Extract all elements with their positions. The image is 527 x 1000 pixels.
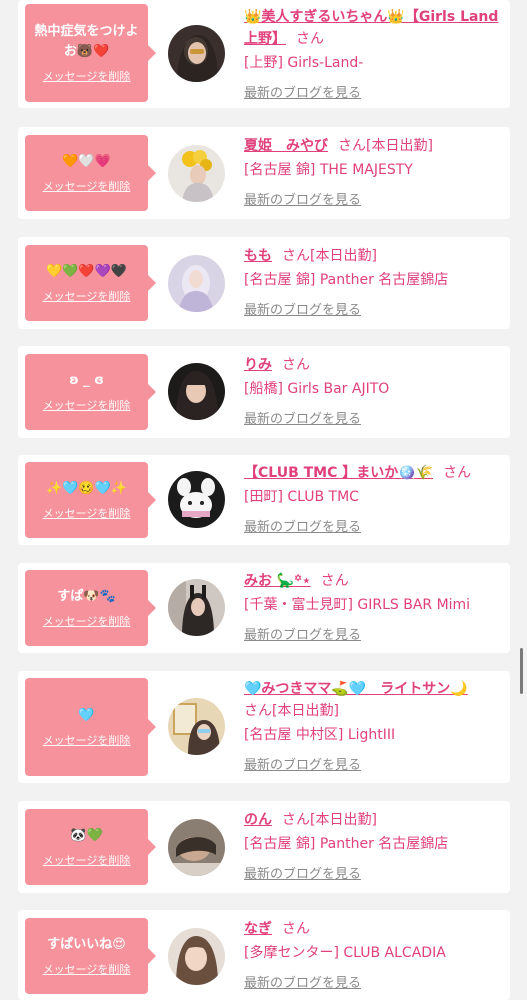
- scrollbar[interactable]: [520, 648, 523, 694]
- list-item: 💛💚❤️💜🖤 メッセージを削除 もも さん[本日出勤] [名古屋 錦] Panth…: [18, 237, 510, 329]
- list-item: すぱ🐶🐾 メッセージを削除 みお 🦕꙳⋆ さん [千葉・富士見町] GIRLS B…: [18, 563, 510, 653]
- message-bubble: 🐼💚 メッセージを削除: [25, 809, 156, 885]
- honorific-label: さん: [282, 812, 310, 828]
- avatar[interactable]: [168, 25, 225, 82]
- delete-message-link[interactable]: メッセージを削除: [43, 613, 131, 629]
- message-bubble: ʚ _ ɞ メッセージを削除: [25, 354, 156, 430]
- shop-label: [船橋] Girls Bar AJITO: [244, 381, 390, 397]
- list-item: すぱいいね😍 メッセージを削除 なぎ さん [多摩センター] CLUB ALCAD…: [18, 910, 510, 1000]
- list-item: 熱中症気をつけよお🐻❤️ メッセージを削除 👑美人すぎるいちゃん👑【Girls …: [18, 0, 510, 108]
- attendance-status: [本日出勤]: [272, 703, 339, 719]
- message-text: 🩵: [78, 708, 95, 723]
- list-item: 🐼💚 メッセージを削除 のん さん[本日出勤] [名古屋 錦] Panther 名…: [18, 801, 510, 893]
- message-text: ✨🩵🥴🩵✨: [46, 481, 127, 496]
- avatar[interactable]: [168, 471, 225, 528]
- message-text: 熱中症気をつけよお🐻❤️: [34, 24, 139, 59]
- user-name-link[interactable]: みお 🦕꙳⋆: [244, 573, 311, 589]
- delete-message-link[interactable]: メッセージを削除: [43, 397, 131, 413]
- avatar[interactable]: [168, 363, 225, 420]
- message-bubble: すぱいいね😍 メッセージを削除: [25, 918, 156, 994]
- honorific-label: さん: [282, 248, 310, 264]
- user-name-link[interactable]: なぎ: [244, 921, 272, 937]
- user-name-link[interactable]: 👑美人すぎるいちゃん👑【Girls Land上野】: [244, 9, 498, 47]
- delete-message-link[interactable]: メッセージを削除: [43, 961, 131, 977]
- user-name-link[interactable]: 🩵みつきママ⛳️🩵 ライトサン🌙: [244, 681, 468, 697]
- blog-link[interactable]: 最新のブログを見る: [244, 408, 361, 427]
- blog-link[interactable]: 最新のブログを見る: [244, 754, 361, 773]
- message-text: 🧡🤍💗: [62, 154, 111, 169]
- attendance-status: [本日出勤]: [310, 812, 377, 828]
- message-bubble: 🩵 メッセージを削除: [25, 678, 156, 776]
- blog-link[interactable]: 最新のブログを見る: [244, 516, 361, 535]
- user-name-link[interactable]: 夏姫 みやび: [244, 138, 328, 154]
- user-name-link[interactable]: 【CLUB TMC 】まいか🪩🌾: [244, 465, 433, 481]
- blog-link[interactable]: 最新のブログを見る: [244, 624, 361, 643]
- avatar[interactable]: [168, 698, 225, 755]
- shop-label: [名古屋 錦] Panther 名古屋錦店: [244, 836, 449, 852]
- honorific-label: さん: [244, 703, 272, 719]
- blog-link[interactable]: 最新のブログを見る: [244, 189, 361, 208]
- message-text: 🐼💚: [70, 828, 103, 843]
- message-bubble: 💛💚❤️💜🖤 メッセージを削除: [25, 245, 156, 321]
- shop-label: [名古屋 錦] Panther 名古屋錦店: [244, 272, 449, 288]
- list-item: ✨🩵🥴🩵✨ メッセージを削除 【CLUB TMC 】まいか🪩🌾 さん [田町] C…: [18, 455, 510, 545]
- attendance-status: [本日出勤]: [310, 248, 377, 264]
- user-name-link[interactable]: もも: [244, 248, 272, 264]
- shop-label: [上野] Girls-Land-: [244, 55, 364, 71]
- honorific-label: さん: [296, 31, 324, 47]
- delete-message-link[interactable]: メッセージを削除: [43, 178, 131, 194]
- list-item: ʚ _ ɞ メッセージを削除 りみ さん [船橋] Girls Bar AJITO…: [18, 346, 510, 438]
- message-text: すぱ🐶🐾: [57, 589, 116, 604]
- avatar[interactable]: [168, 579, 225, 636]
- user-name-link[interactable]: りみ: [244, 357, 272, 373]
- honorific-label: さん: [320, 573, 349, 589]
- message-list: 熱中症気をつけよお🐻❤️ メッセージを削除 👑美人すぎるいちゃん👑【Girls …: [0, 0, 527, 1000]
- message-bubble: ✨🩵🥴🩵✨ メッセージを削除: [25, 462, 156, 538]
- message-text: ʚ _ ɞ: [69, 373, 104, 388]
- honorific-label: さん: [338, 138, 366, 154]
- delete-message-link[interactable]: メッセージを削除: [43, 505, 131, 521]
- honorific-label: さん: [443, 465, 472, 481]
- message-text: 💛💚❤️💜🖤: [46, 264, 127, 279]
- delete-message-link[interactable]: メッセージを削除: [43, 852, 131, 868]
- shop-label: [多摩センター] CLUB ALCADIA: [244, 945, 446, 961]
- honorific-label: さん: [282, 921, 310, 937]
- message-bubble: すぱ🐶🐾 メッセージを削除: [25, 570, 156, 646]
- avatar[interactable]: [168, 928, 225, 985]
- message-bubble: 熱中症気をつけよお🐻❤️ メッセージを削除: [25, 4, 156, 102]
- list-item: 🩵 メッセージを削除 🩵みつきママ⛳️🩵 ライトサン🌙 さん[本日出勤] [名古屋…: [18, 671, 510, 783]
- avatar[interactable]: [168, 145, 225, 202]
- delete-message-link[interactable]: メッセージを削除: [43, 288, 131, 304]
- blog-link[interactable]: 最新のブログを見る: [244, 82, 361, 101]
- list-item: 🧡🤍💗 メッセージを削除 夏姫 みやび さん[本日出勤] [名古屋 錦] THE …: [18, 127, 510, 219]
- delete-message-link[interactable]: メッセージを削除: [43, 68, 131, 84]
- message-text: すぱいいね😍: [47, 937, 126, 952]
- avatar[interactable]: [168, 819, 225, 876]
- blog-link[interactable]: 最新のブログを見る: [244, 299, 361, 318]
- attendance-status: [本日出勤]: [366, 138, 433, 154]
- shop-label: [千葉・富士見町] GIRLS BAR Mimi: [244, 597, 471, 613]
- message-bubble: 🧡🤍💗 メッセージを削除: [25, 135, 156, 211]
- shop-label: [田町] CLUB TMC: [244, 489, 359, 505]
- delete-message-link[interactable]: メッセージを削除: [43, 732, 131, 748]
- blog-link[interactable]: 最新のブログを見る: [244, 863, 361, 882]
- honorific-label: さん: [282, 357, 310, 373]
- avatar[interactable]: [168, 255, 225, 312]
- user-name-link[interactable]: のん: [244, 812, 272, 828]
- blog-link[interactable]: 最新のブログを見る: [244, 972, 361, 991]
- shop-label: [名古屋 錦] THE MAJESTY: [244, 162, 413, 178]
- shop-label: [名古屋 中村区] LightIII: [244, 727, 396, 743]
